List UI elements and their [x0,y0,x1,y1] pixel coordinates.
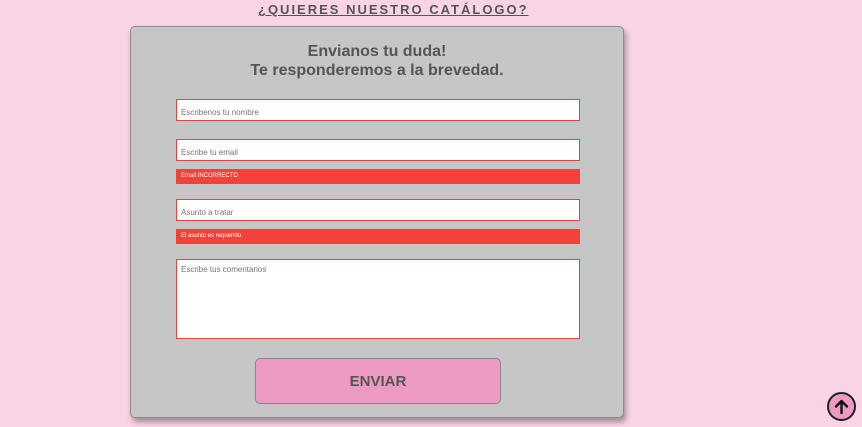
form-subtitle: Te responderemos a la brevedad. [250,62,504,79]
send-button[interactable]: ENVIAR [255,358,501,404]
comments-textarea[interactable] [176,259,580,339]
form-title: Envianos tu duda! [307,43,447,60]
email-error-message: Email INCORRECTO [176,169,580,184]
contact-form-card: Envianos tu duda! Te responderemos a la … [130,26,624,418]
subject-input[interactable] [176,199,580,221]
email-input[interactable] [176,139,580,161]
catalog-link[interactable]: ¿QUIERES NUESTRO CATÁLOGO? [258,2,529,17]
subject-error-message: El asunto es requerido [176,229,580,244]
name-input[interactable] [176,99,580,121]
scroll-to-top-button[interactable] [827,392,856,421]
arrow-up-icon [834,399,849,415]
